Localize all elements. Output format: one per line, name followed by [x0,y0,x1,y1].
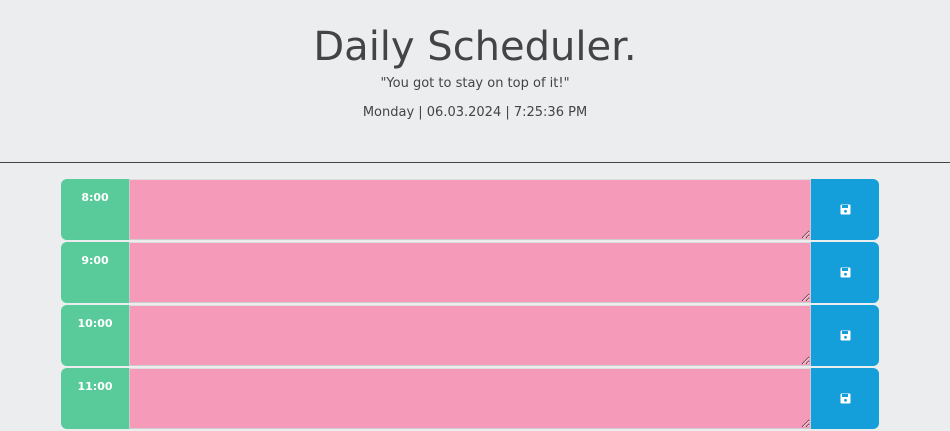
event-description-input[interactable] [129,242,811,303]
floppy-disk-icon [840,393,851,404]
hour-label: 8:00 [61,179,129,240]
header: Daily Scheduler. "You got to stay on top… [0,0,950,163]
hour-label: 11:00 [61,368,129,429]
time-block-row: 9:00 [61,242,879,303]
save-button[interactable] [811,179,879,240]
floppy-disk-icon [840,330,851,341]
hour-label: 10:00 [61,305,129,366]
event-description-input[interactable] [129,179,811,240]
save-button[interactable] [811,368,879,429]
save-button[interactable] [811,242,879,303]
event-description-input[interactable] [129,305,811,366]
event-description-input[interactable] [129,368,811,429]
floppy-disk-icon [840,204,851,215]
page-title: Daily Scheduler. [313,24,637,70]
tagline: "You got to stay on top of it!" [380,76,570,91]
time-block-row: 11:00 [61,368,879,429]
current-date: Monday | 06.03.2024 | 7:25:36 PM [362,105,588,120]
floppy-disk-icon [840,267,851,278]
save-button[interactable] [811,305,879,366]
hour-label: 9:00 [61,242,129,303]
time-block-row: 10:00 [61,305,879,366]
time-block-row: 8:00 [61,179,879,240]
schedule-container: 8:00 9:00 10:00 11:00 [61,179,879,431]
